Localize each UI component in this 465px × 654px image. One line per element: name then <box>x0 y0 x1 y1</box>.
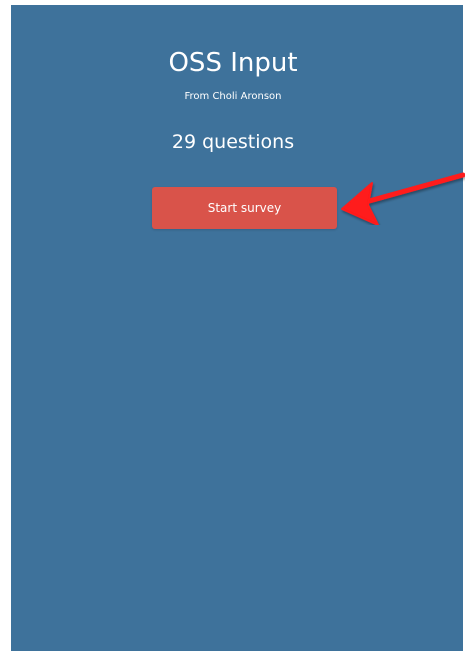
red-arrow-icon <box>341 172 465 225</box>
survey-title: OSS Input <box>168 48 298 78</box>
question-count: 29 questions <box>171 131 295 153</box>
page: OSS Input From Choli Aronson 29 question… <box>0 0 465 654</box>
start-survey-button[interactable]: Start survey <box>152 187 337 229</box>
survey-author: From Choli Aronson <box>184 91 282 102</box>
